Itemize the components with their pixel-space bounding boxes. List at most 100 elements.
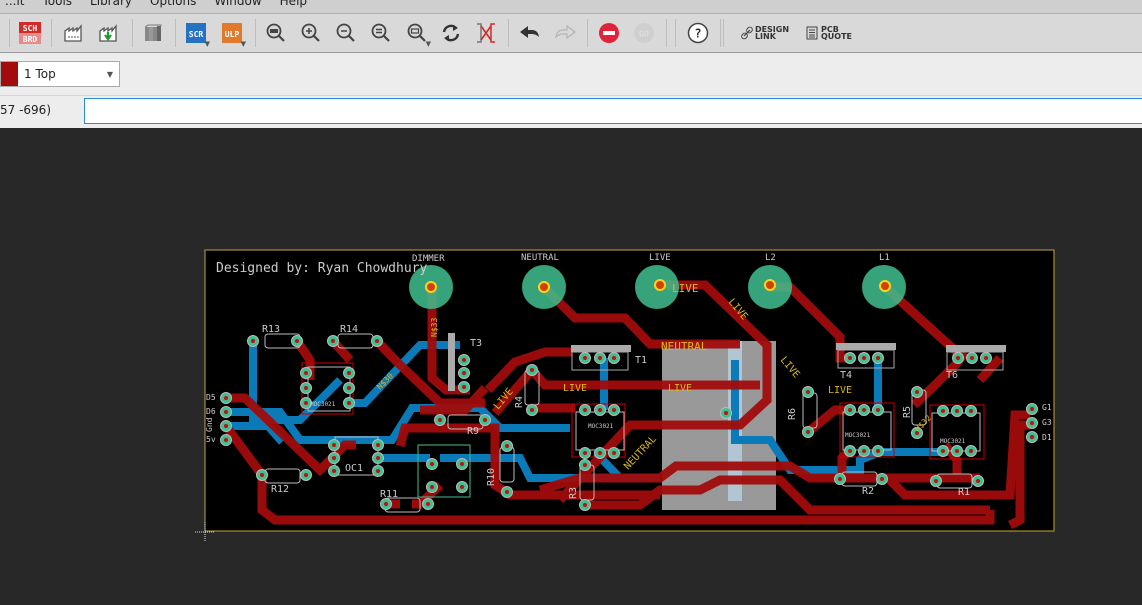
ic-label: MOC3021 bbox=[940, 438, 966, 445]
terminal-label: LIVE bbox=[649, 253, 671, 263]
factory-icon bbox=[64, 24, 82, 42]
design-link-button[interactable]: DESIGN LINK bbox=[740, 20, 790, 46]
redo-icon bbox=[555, 24, 576, 40]
drill-hole bbox=[934, 479, 938, 483]
help-button[interactable]: ? bbox=[686, 20, 710, 46]
drill-hole bbox=[838, 477, 842, 481]
drill-hole bbox=[806, 390, 810, 394]
menu-library[interactable]: Library bbox=[81, 0, 141, 8]
label-t3: T3 bbox=[470, 338, 482, 349]
terminal-label: L1 bbox=[879, 253, 890, 263]
drill-hole bbox=[224, 424, 228, 428]
undo-icon bbox=[520, 26, 539, 38]
go-button[interactable]: GO bbox=[632, 20, 656, 46]
pcb-quote-button[interactable]: PCB QUOTE bbox=[805, 20, 853, 46]
chevron-down-icon: ▼ bbox=[106, 69, 113, 79]
drill-hole bbox=[876, 408, 880, 412]
ic-label: MOC3021 bbox=[845, 432, 871, 439]
drill-hole bbox=[505, 444, 509, 448]
label-t6: T6 bbox=[946, 370, 958, 381]
net-label-n33: N$33 bbox=[430, 318, 439, 337]
drill-hole bbox=[969, 409, 973, 413]
drill-hole bbox=[583, 356, 587, 360]
menu-help[interactable]: Help bbox=[271, 0, 316, 8]
drill-hole bbox=[876, 356, 880, 360]
drill-hole bbox=[583, 463, 587, 467]
dropdown-arrow-icon: ▼ bbox=[425, 40, 431, 48]
drill-hole bbox=[941, 449, 945, 453]
drill-hole bbox=[598, 408, 602, 412]
ratsnest-button[interactable] bbox=[475, 20, 497, 46]
label-r6: R6 bbox=[787, 408, 798, 420]
drill-hole bbox=[483, 418, 487, 422]
drill-hole bbox=[332, 456, 336, 460]
board-canvas[interactable]: DIMMER NEUTRAL LIVE L2 L1 Designed by: R… bbox=[0, 128, 1142, 601]
drill-hole bbox=[304, 473, 308, 477]
label-r10: R10 bbox=[486, 468, 497, 486]
cam-processor-button[interactable] bbox=[62, 20, 86, 46]
sch-brd-switch-button[interactable]: SCH BRD bbox=[19, 20, 41, 46]
drill-hole bbox=[530, 408, 534, 412]
drill-hole bbox=[426, 502, 430, 506]
coordinate-readout: 57 -696) bbox=[0, 103, 51, 117]
drill-hole bbox=[848, 356, 852, 360]
undo-button[interactable] bbox=[518, 20, 542, 46]
toolbar-separator bbox=[508, 19, 509, 47]
command-bar: 57 -696) bbox=[0, 96, 1142, 128]
script-button[interactable]: SCR ▼ bbox=[186, 20, 210, 48]
drill-hole bbox=[376, 443, 380, 447]
drill-hole bbox=[384, 502, 388, 506]
drill-hole bbox=[724, 411, 728, 415]
drill-hole bbox=[955, 409, 959, 413]
drill-hole bbox=[880, 477, 884, 481]
drill-hole bbox=[460, 462, 464, 466]
ratsnest-icon bbox=[477, 23, 495, 43]
zoom-select-button[interactable]: ▼ bbox=[405, 20, 431, 48]
toolbar-separator bbox=[675, 19, 676, 47]
label-r14: R14 bbox=[340, 324, 358, 335]
zoom-last-button[interactable] bbox=[370, 20, 392, 46]
net-label-live: LIVE bbox=[672, 282, 699, 295]
document-icon bbox=[806, 26, 818, 40]
zoom-out-button[interactable] bbox=[335, 20, 357, 46]
menu-edit[interactable]: ...it bbox=[0, 0, 33, 8]
ulp-button[interactable]: ULP ▼ bbox=[222, 20, 246, 48]
drill-hole bbox=[583, 408, 587, 412]
label-r11: R11 bbox=[380, 489, 398, 500]
stop-icon bbox=[599, 23, 619, 43]
label-r5: R5 bbox=[902, 406, 913, 418]
menu-options[interactable]: Options bbox=[141, 0, 205, 8]
drill-hole bbox=[876, 449, 880, 453]
designer-credit: Designed by: Ryan Chowdhury bbox=[216, 261, 427, 276]
menu-tools[interactable]: Tools bbox=[33, 0, 81, 8]
drill-hole bbox=[332, 443, 336, 447]
books-icon bbox=[144, 24, 162, 41]
sch-brd-icon: SCH BRD bbox=[19, 22, 41, 44]
drill-hole bbox=[612, 451, 616, 455]
drill-hole bbox=[915, 390, 919, 394]
zoom-in-button[interactable] bbox=[300, 20, 322, 46]
layer-select[interactable]: 1 Top ▼ bbox=[0, 61, 120, 87]
net-label-neutral: NEUTRAL bbox=[661, 340, 708, 353]
drill-hole bbox=[295, 339, 299, 343]
menu-window[interactable]: Window bbox=[205, 0, 270, 8]
drill-hole bbox=[612, 408, 616, 412]
drill-hole bbox=[848, 408, 852, 412]
terminal-label: NEUTRAL bbox=[521, 253, 559, 263]
pcb-view[interactable]: DIMMER NEUTRAL LIVE L2 L1 Designed by: R… bbox=[0, 128, 1142, 601]
layer-bar: 1 Top ▼ bbox=[0, 53, 1142, 96]
drill-hole bbox=[430, 485, 434, 489]
redraw-button[interactable] bbox=[440, 20, 462, 46]
zoom-fit-button[interactable] bbox=[265, 20, 287, 46]
drill-hole bbox=[304, 401, 308, 405]
menu-bar: ...it Tools Library Options Window Help bbox=[0, 0, 1142, 14]
redo-button[interactable] bbox=[553, 20, 577, 46]
label-r3: R3 bbox=[568, 487, 579, 499]
drill-hole bbox=[224, 396, 228, 400]
manufacturing-export-button[interactable] bbox=[97, 20, 121, 46]
drill-hole bbox=[955, 449, 959, 453]
command-input[interactable] bbox=[84, 98, 1142, 124]
library-manager-button[interactable] bbox=[142, 20, 164, 46]
stop-button[interactable] bbox=[597, 20, 621, 46]
drill-hole bbox=[1030, 435, 1034, 439]
